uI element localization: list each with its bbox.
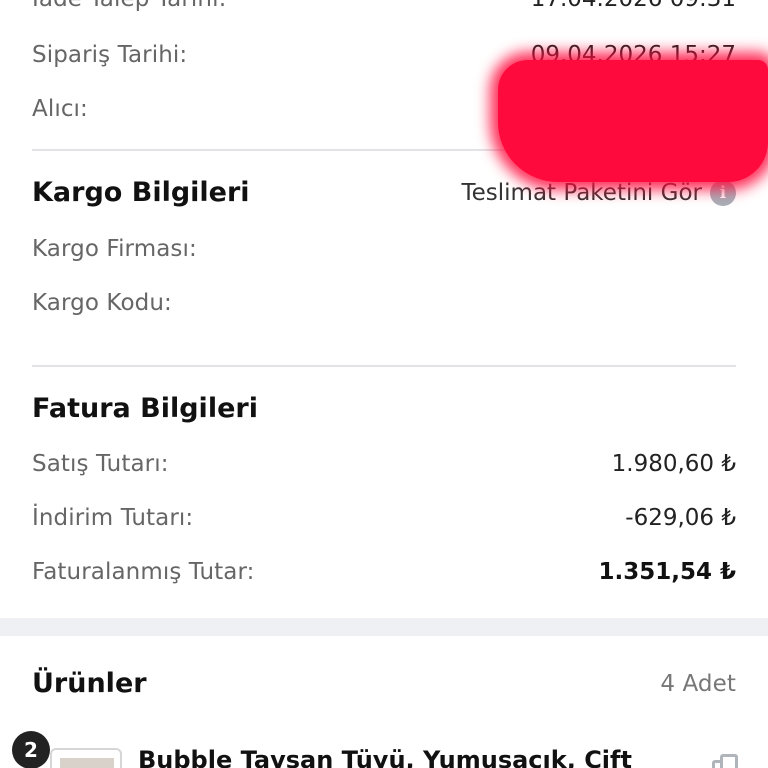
product-thumbnail[interactable] xyxy=(50,748,122,768)
sale-amount-row: Satış Tutarı: 1.980,60 ₺ xyxy=(32,451,736,477)
billed-amount-label: Faturalanmış Tutar: xyxy=(32,559,255,585)
divider xyxy=(32,365,736,367)
section-separator xyxy=(0,618,768,636)
cargo-code-row: Kargo Kodu: xyxy=(32,290,736,316)
discount-amount-value: -629,06 ₺ xyxy=(625,505,736,531)
quantity-badge: 2 xyxy=(12,731,50,768)
info-icon[interactable]: i xyxy=(710,179,736,206)
cargo-code-label: Kargo Kodu: xyxy=(32,290,172,316)
products-header: Ürünler 4 Adet xyxy=(32,668,736,699)
sale-amount-label: Satış Tutarı: xyxy=(32,451,169,477)
invoice-header: Fatura Bilgileri xyxy=(32,393,736,424)
sale-amount-value: 1.980,60 ₺ xyxy=(611,451,736,477)
cargo-company-label: Kargo Firması: xyxy=(32,236,197,262)
return-request-value: 17.04.2026 09:31 xyxy=(531,0,736,12)
invoice-title: Fatura Bilgileri xyxy=(32,393,258,424)
redaction-mark xyxy=(498,60,768,182)
product-image[interactable] xyxy=(60,758,114,768)
view-package-label[interactable]: Teslimat Paketini Gör xyxy=(461,180,702,206)
cargo-company-row: Kargo Firması: xyxy=(32,236,736,262)
products-title: Ürünler xyxy=(32,668,147,699)
view-package-link[interactable]: Teslimat Paketini Gör i xyxy=(461,179,736,206)
order-date-label: Sipariş Tarihi: xyxy=(32,42,188,68)
return-request-row: İade Talep Tarihi: 17.04.2026 09:31 xyxy=(32,0,736,12)
billed-amount-value: 1.351,54 ₺ xyxy=(598,559,736,585)
products-count: 4 Adet xyxy=(660,670,736,697)
billed-amount-row: Faturalanmış Tutar: 1.351,54 ₺ xyxy=(32,559,736,585)
recipient-label: Alıcı: xyxy=(32,96,88,122)
product-title[interactable]: Bubble Tavşan Tüyü, Yumuşacık, Çift xyxy=(138,746,632,768)
cargo-title: Kargo Bilgileri xyxy=(32,177,250,208)
discount-amount-label: İndirim Tutarı: xyxy=(32,505,194,531)
copy-icon[interactable] xyxy=(712,754,742,768)
discount-amount-row: İndirim Tutarı: -629,06 ₺ xyxy=(32,505,736,531)
return-request-label: İade Talep Tarihi: xyxy=(32,0,226,12)
